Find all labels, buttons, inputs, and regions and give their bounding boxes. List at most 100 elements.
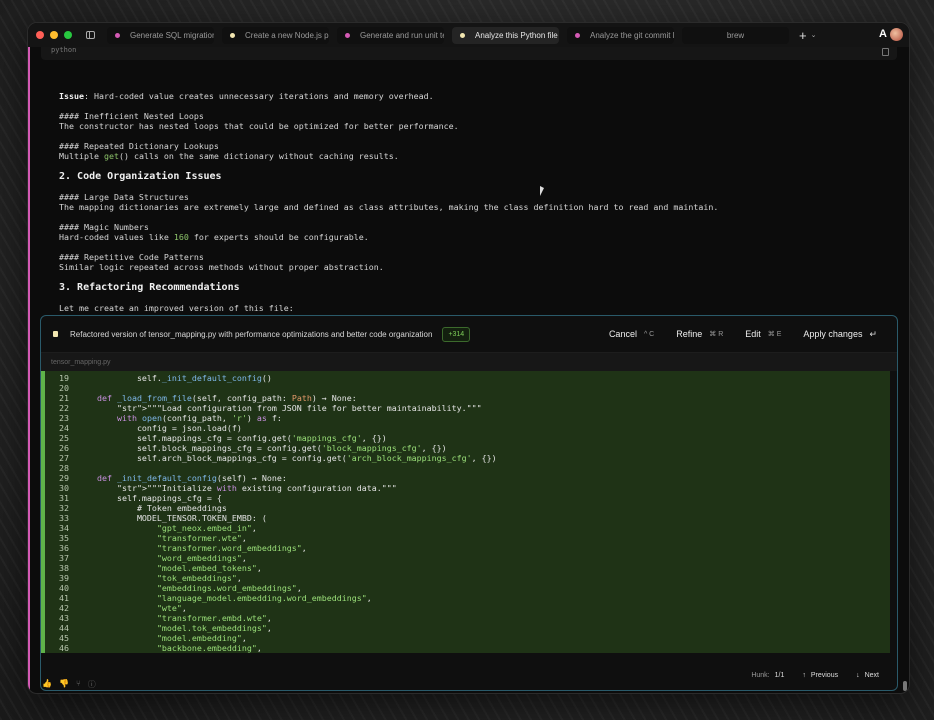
tab-status-dot-icon [230,32,235,38]
line-number: 46 [59,643,69,653]
edit-title: Refactored version of tensor_mapping.py … [70,329,433,339]
thumbs-up-icon[interactable]: 👍 [42,679,52,690]
info-icon[interactable]: ⓘ [88,679,96,690]
code-line: 28 [41,463,890,473]
refine-button[interactable]: Refine ⌘ R [676,329,723,339]
mouse-cursor [540,186,544,196]
line-number: 34 [59,523,69,533]
tab-2[interactable]: Generate and run unit te [337,26,444,44]
line-number: 44 [59,623,69,633]
code-line: 31 self.mappings_cfg = { [41,493,890,503]
code-line: 32 # Token embeddings [41,503,890,513]
code-line: 42 "wte", [41,603,890,613]
line-source: self._init_default_config() [77,373,272,383]
zoom-window-button[interactable] [64,31,72,39]
fork-icon[interactable]: ⑂ [76,679,81,690]
line-source: # Token embeddings [77,503,227,513]
tab-3[interactable]: Analyze this Python file [452,26,559,44]
large-data-text: The mapping dictionaries are extremely l… [59,202,719,212]
edit-button[interactable]: Edit ⌘ E [745,329,781,339]
cancel-button[interactable]: Cancel ^ C [609,329,654,339]
line-number: 36 [59,543,69,553]
line-number: 33 [59,513,69,523]
lines-added-badge: +314 [442,326,471,342]
apply-label: Apply changes [803,329,863,339]
line-source: "str">"""Load configuration from JSON fi… [116,403,482,413]
code-block-header: python [41,47,897,60]
line-number: 25 [59,433,69,443]
line-source: def _init_default_config(self) → None: [96,473,287,483]
line-source: def _load_from_file(self, config_path: P… [96,393,357,403]
app-logo-icon[interactable]: A [879,28,887,40]
line-source: "transformer.word_embeddings", [156,543,307,553]
file-tab[interactable]: tensor_mapping.py [41,352,897,371]
line-source: MODEL_TENSOR.TOKEN_EMBD: ( [77,513,267,523]
code-line: 41 "language_model.embedding.word_embedd… [41,593,890,603]
repetitive-code-heading: #### Repetitive Code Patterns [59,252,204,262]
tab-1[interactable]: Create a new Node.js pr [222,26,329,44]
line-number: 20 [59,383,69,393]
scrollbar[interactable] [903,681,907,691]
large-data-heading: #### Large Data Structures [59,192,189,202]
user-avatar[interactable] [890,28,903,41]
refine-label: Refine [676,329,703,339]
nested-loops-heading: #### Inefficient Nested Loops [59,111,204,121]
sidebar-toggle-icon[interactable] [86,31,95,39]
minimize-window-button[interactable] [50,31,58,39]
diff-code-view[interactable]: 19 self._init_default_config() 20 21 def _… [41,371,890,653]
tab-status-dot-icon [460,32,465,38]
assistant-message: Issue: Hard-coded value creates unnecess… [59,91,899,313]
thumbs-down-icon[interactable]: 👎 [59,679,69,690]
previous-label: Previous [810,671,839,679]
previous-hunk-button[interactable]: ↑ Previous [802,672,838,679]
code-line: 37 "word_embeddings", [41,553,890,563]
tab-label: Generate SQL migration [130,30,214,40]
next-hunk-button[interactable]: ↓ Next [856,672,879,679]
copy-icon[interactable] [882,48,889,56]
cancel-shortcut: ^ C [643,330,655,338]
tabs-container: Generate SQL migration Create a new Node.… [107,26,797,44]
code-line: 22 "str">"""Load configuration from JSON… [41,403,890,413]
tab-status-dot-icon [575,32,580,38]
feedback-toolbar: 👍 👎 ⑂ ⓘ [42,679,96,690]
line-source: config = json.load(f) [77,423,242,433]
window-controls [36,31,72,39]
diff-added-marker [41,371,45,653]
line-source: "model.embed_tokens", [156,563,262,573]
line-source: "language_model.embedding.word_embedding… [156,593,372,603]
magic-numbers-heading: #### Magic Numbers [59,222,149,232]
conversation-content: python Issue: Hard-coded value creates u… [28,47,909,693]
arrow-down-icon: ↓ [856,671,860,679]
repetitive-code-text: Similar logic repeated across methods wi… [59,262,384,272]
magic-numbers-text: Hard-coded values like [59,232,174,242]
tab-5[interactable]: brew [682,26,789,44]
line-source: "backbone.embedding", [156,643,262,653]
line-source: "transformer.embd.wte", [156,613,272,623]
line-number: 31 [59,493,69,503]
line-number: 24 [59,423,69,433]
tab-4[interactable]: Analyze the git commit h [567,26,674,44]
suggested-edit-panel: Refactored version of tensor_mapping.py … [40,315,898,691]
code-line: 24 config = json.load(f) [41,423,890,433]
line-number: 23 [59,413,69,423]
line-number: 39 [59,573,69,583]
line-number: 26 [59,443,69,453]
chevron-down-icon[interactable]: ⌄ [811,31,817,39]
tab-label: Generate and run unit te [360,30,444,40]
line-source: with open(config_path, 'r') as f: [116,413,282,423]
code-line: 39 "tok_embeddings", [41,573,890,583]
edit-actions: Cancel ^ C Refine ⌘ R Edit ⌘ E Apply change… [587,316,877,352]
code-line: 30 "str">"""Initialize with existing con… [41,483,890,493]
code-line: 36 "transformer.word_embeddings", [41,543,890,553]
code-line: 40 "embeddings.word_embeddings", [41,583,890,593]
apply-changes-button[interactable]: Apply changes ↵ [803,329,877,340]
tab-label: Create a new Node.js pr [245,30,329,40]
code-line: 34 "gpt_neox.embed_in", [41,523,890,533]
hunk-label: Hunk: [751,671,770,679]
close-window-button[interactable] [36,31,44,39]
code-line: 29 def _init_default_config(self) → None… [41,473,890,483]
issue-text: : Hard-coded value creates unnecessary i… [83,91,434,101]
tab-0[interactable]: Generate SQL migration [107,26,214,44]
new-tab-icon[interactable]: + [799,28,807,43]
file-icon [53,331,58,337]
